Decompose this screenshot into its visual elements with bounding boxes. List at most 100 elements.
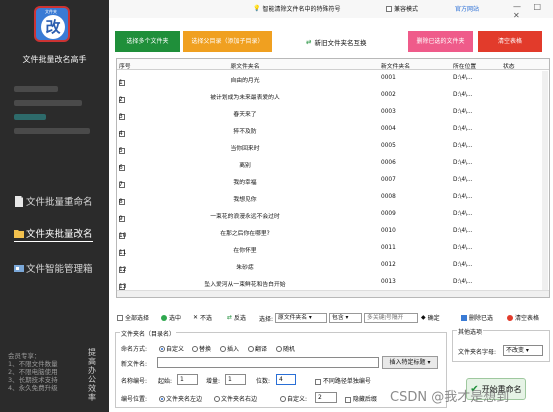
step-input[interactable]: 1 xyxy=(225,374,246,385)
grid-icon xyxy=(14,264,24,272)
invert-label: 反选 xyxy=(234,315,247,322)
nav-smart-manager[interactable]: 文件智能管理箱 xyxy=(14,261,93,275)
vertical-scrollbar[interactable] xyxy=(542,71,548,297)
table-row[interactable]: 13 坠入爱河从一束鲜花和告白开始 0013 D:\4\... xyxy=(117,274,549,291)
row-new-name: 0009 xyxy=(381,211,396,217)
radio-dot[interactable] xyxy=(192,346,198,352)
position-radio-right[interactable]: 文件夹名右边 xyxy=(214,394,257,403)
app-logo: 文件夹 改 xyxy=(34,6,70,42)
field-value: 原文件夹名 xyxy=(278,315,308,321)
table-row[interactable]: 11 在你怀里 0011 D:\4\... xyxy=(117,240,549,257)
position-radio-custom[interactable]: 自定义: xyxy=(280,394,307,403)
clear-icon xyxy=(507,314,513,321)
member-promo: 会员专享： 1、不限文件数量 2、不限电脑使用 3、长期技术支持 4、永久免费升… xyxy=(8,352,58,392)
match-mode-select[interactable]: 包含 ▾ xyxy=(329,313,363,323)
checkbox-box[interactable] xyxy=(315,378,321,385)
sidebar: 文件夹 改 文件批量改名高手 文件批量重命名 文件夹批量改名 文件智能管理箱 会… xyxy=(0,0,109,412)
checkbox-box[interactable] xyxy=(386,5,392,12)
nav-folder-rename[interactable]: 文件夹批量改名 xyxy=(14,226,93,242)
table-row[interactable]: 9 一束花的浪漫永远不会过时 0009 D:\4\... xyxy=(117,206,549,223)
bulb-icon: 💡 xyxy=(253,5,261,12)
table-row[interactable]: 8 我想见你 0008 D:\4\... xyxy=(117,189,549,206)
radio-dot[interactable] xyxy=(159,346,165,352)
custom-position-input[interactable]: 2 xyxy=(315,392,337,403)
clear-special-chars-option[interactable]: 💡 智能清除文件名中的特殊符号 xyxy=(253,4,341,13)
checkbox-box[interactable] xyxy=(117,314,123,321)
hide-suffix-checkbox[interactable]: 隐藏后缀 xyxy=(345,394,377,403)
keyword-input[interactable] xyxy=(364,313,419,323)
position-radio-left[interactable]: 文件夹名左边 xyxy=(159,394,202,403)
table-row[interactable]: 5 当你回来时 0005 D:\4\... xyxy=(117,138,549,155)
promo-line: 1、不限文件数量 xyxy=(8,360,58,368)
position-label: 编号位置: xyxy=(121,396,148,403)
table-row[interactable]: 2 被计划成为未来最表爱的人 0002 D:\4\... xyxy=(117,87,549,104)
new-name-label: 新文件名: xyxy=(121,361,148,368)
row-new-name: 0001 xyxy=(381,75,396,81)
radio-dot[interactable] xyxy=(214,396,220,402)
header-new-name: 新文件夹名 xyxy=(381,64,410,70)
row-location: D:\4\... xyxy=(453,143,473,149)
promo-line: 3、长期技术支持 xyxy=(8,376,58,384)
row-location: D:\4\... xyxy=(453,279,473,285)
radio-label: 替换 xyxy=(199,346,212,353)
add-parent-dir-button[interactable]: 选择父目录（添加子目录） xyxy=(183,31,272,52)
row-new-name: 0002 xyxy=(381,92,396,98)
insert-title-button[interactable]: 插入特定标题 ▾ xyxy=(382,356,438,369)
table-row[interactable]: 7 我的幸福 0007 D:\4\... xyxy=(117,172,549,189)
radio-dot[interactable] xyxy=(220,346,226,352)
nav-file-rename[interactable]: 文件批量重命名 xyxy=(14,194,93,208)
case-value: 不改变 xyxy=(506,347,525,354)
confirm-button[interactable]: ◆ 确定 xyxy=(421,313,440,322)
start-input[interactable]: 1 xyxy=(177,374,198,385)
digits-input[interactable]: 4 xyxy=(276,374,296,385)
method-radio-translate[interactable]: 翻译 xyxy=(248,344,267,353)
start-label: 起始: xyxy=(158,378,173,385)
radio-dot[interactable] xyxy=(248,346,254,352)
swap-names-button[interactable]: ⇄ 新旧文件夹名互换 xyxy=(306,37,366,47)
row-name: 离别 xyxy=(239,163,251,169)
clear-table-small-button[interactable]: 清空表格 xyxy=(507,313,539,322)
case-select[interactable]: 不改变 ▾ xyxy=(503,345,543,356)
official-site-link[interactable]: 官方网站 xyxy=(455,4,479,13)
select-button[interactable]: 选中 xyxy=(161,313,181,322)
select-all-checkbox[interactable]: 全部选择 xyxy=(117,313,149,322)
checkbox-label: 不同路径单独编号 xyxy=(322,378,371,385)
invert-button[interactable]: ⇄ 反选 xyxy=(227,313,246,322)
method-radio-insert[interactable]: 插入 xyxy=(220,344,239,353)
table-row[interactable]: 3 春天来了 0003 D:\4\... xyxy=(117,104,549,121)
table-row[interactable]: 4 猝不及防 0004 D:\4\... xyxy=(117,121,549,138)
invert-icon: ⇄ xyxy=(227,314,233,321)
delete-selected-button[interactable]: 删除已选 xyxy=(461,313,493,322)
radio-label: 文件夹名左边 xyxy=(166,396,203,403)
new-name-input[interactable] xyxy=(157,357,379,368)
add-folders-button[interactable]: 选择多个文件夹 xyxy=(115,31,180,52)
blurred-account xyxy=(14,100,82,106)
window-controls[interactable]: — □ ✕ xyxy=(513,2,553,20)
row-location: D:\4\... xyxy=(453,160,473,166)
selection-bar: 全部选择 选中 ✕ 不选 ⇄ 反选 选择: 原文件夹名 ▾ 包含 ▾ ◆ 确定 … xyxy=(117,311,551,323)
table-row[interactable]: 6 离别 0006 D:\4\... xyxy=(117,155,549,172)
separate-numbering-checkbox[interactable]: 不同路径单独编号 xyxy=(315,376,371,385)
radio-dot[interactable] xyxy=(280,396,286,402)
promo-line: 4、永久免费升级 xyxy=(8,384,58,392)
row-new-name: 0004 xyxy=(381,126,396,132)
header-location: 所在位置 xyxy=(453,64,477,70)
table-row[interactable]: 1 自由的月光 0001 D:\4\... xyxy=(117,70,549,87)
method-radio-random[interactable]: 随机 xyxy=(276,344,295,353)
compat-mode-checkbox[interactable]: 兼容模式 xyxy=(386,4,418,13)
delete-selected-folders-button[interactable]: 删除已选的文件夹 xyxy=(408,31,473,52)
table-row[interactable]: 10 在那之后你在哪里? 0010 D:\4\... xyxy=(117,223,549,240)
method-radio-replace[interactable]: 替换 xyxy=(192,344,211,353)
checkbox-box[interactable] xyxy=(345,396,351,403)
case-label: 文件夹名字母: xyxy=(458,349,497,356)
unselect-button[interactable]: ✕ 不选 xyxy=(193,313,212,322)
radio-dot[interactable] xyxy=(276,346,282,352)
table-row[interactable]: 12 朱砂痣 0012 D:\4\... xyxy=(117,257,549,274)
radio-dot[interactable] xyxy=(159,396,165,402)
row-new-name: 0011 xyxy=(381,245,396,251)
radio-label: 插入 xyxy=(227,346,240,353)
horizontal-scrollbar[interactable] xyxy=(117,290,549,297)
field-select[interactable]: 原文件夹名 ▾ xyxy=(275,313,328,323)
method-radio-custom[interactable]: 自定义 xyxy=(159,344,184,353)
clear-table-button[interactable]: 清空表格 xyxy=(478,31,542,52)
